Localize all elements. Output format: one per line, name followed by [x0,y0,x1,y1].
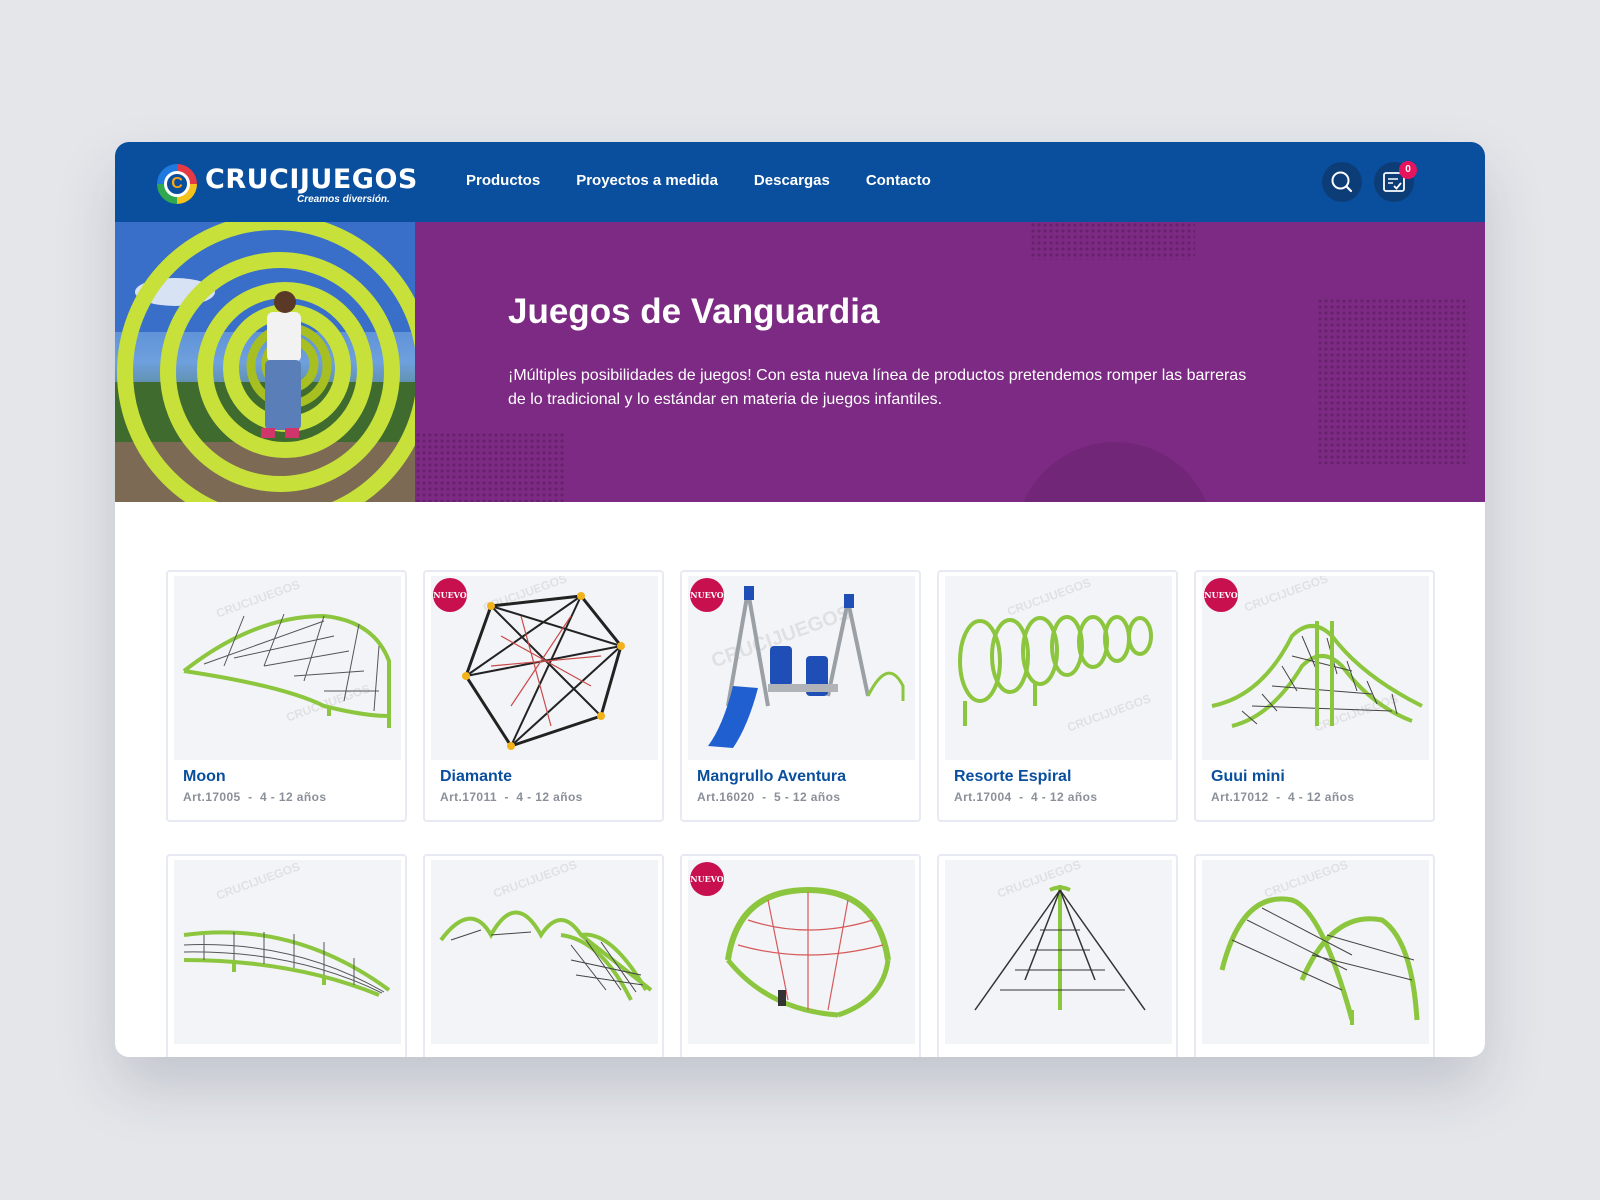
moon-illustration [182,613,391,728]
product-meta: Art.16020 - 5 - 12 años [697,790,841,804]
product-card[interactable]: CRUCIJUEGOS [1194,854,1435,1057]
nuevo-badge: NUEVO [690,862,724,896]
product-name: Resorte Espiral [954,768,1072,785]
wave-net-illustration [439,910,653,1001]
hero-photo [115,222,415,502]
search-icon [1331,171,1353,193]
product-image: NUEVO [688,860,915,1044]
hero-pattern-bottom [415,432,565,502]
browser-window: C CRUCIJUEGOS Creamos diversión. Product… [115,142,1485,1057]
logo-mark-icon: C [157,164,197,204]
hero-title: Juegos de Vanguardia [508,292,880,331]
product-name: Diamante [440,768,513,785]
product-ages: 4 - 12 años [259,790,327,804]
product-name: Guui mini [1211,768,1285,785]
site-header: C CRUCIJUEGOS Creamos diversión. Product… [115,142,1485,222]
nav-item-descargas[interactable]: Descargas [754,172,830,189]
hero-description: ¡Múltiples posibilidades de juegos! Con … [508,367,1247,408]
curved-net-low-illustration [183,930,391,997]
product-meta: Art.17005 - 4 - 12 años [183,790,327,804]
product-meta: Art.17011 - 4 - 12 años [440,790,583,804]
product-image: CRUCIJUEGOS CRUCIJUEGOS [174,576,401,760]
product-ages: 5 - 12 años [773,790,841,804]
double-arch-net-illustration [1219,896,1420,1025]
nuevo-badge-label: NUEVO [1204,590,1237,600]
nav-item-productos[interactable]: Productos [466,172,540,189]
product-image: CRUCIJUEGOS CRUCIJUEGOS NUEVO [1202,576,1429,760]
product-card[interactable]: CRUCIJUEGOS CRUCIJUEGOS Moon Art.17005 -… [166,570,407,822]
product-meta: Art.17012 - 4 - 12 años [1211,790,1355,804]
product-ages: 4 - 12 años [516,790,583,804]
search-button[interactable] [1322,162,1362,202]
product-image: CRUCIJUEGOS [945,860,1172,1044]
brand-tagline: Creamos diversión. [297,194,390,205]
product-art: Art.17004 [954,790,1012,804]
product-image: CRUCIJUEGOS [174,860,401,1044]
product-image: CRUCIJUEGOS [1202,860,1429,1044]
product-image: CRUCIJUEGOS CRUCIJUEGOS [945,576,1172,760]
product-card[interactable]: CRUCIJUEGOS [937,854,1178,1057]
nuevo-badge: NUEVO [433,578,467,612]
product-card[interactable]: CRUCIJUEGOS [166,854,407,1057]
nuevo-badge-label: NUEVO [433,590,466,600]
product-art: Art.17011 [440,790,497,804]
product-art: Art.17005 [183,790,241,804]
brand-name: CRUCIJUEGOS [205,164,418,195]
product-name: Moon [183,768,226,785]
product-card[interactable]: CRUCIJUEGOS CRUCIJUEGOS Resorte Espiral … [937,570,1178,822]
hero-decor-circle [1015,442,1215,502]
product-name: Mangrullo Aventura [697,768,847,785]
nuevo-badge-label: NUEVO [690,874,723,884]
nuevo-badge-label: NUEVO [690,590,723,600]
product-art: Art.17012 [1211,790,1269,804]
nav-item-contacto[interactable]: Contacto [866,172,931,189]
nav-item-proyectos[interactable]: Proyectos a medida [576,172,718,189]
nuevo-badge: NUEVO [1204,578,1238,612]
main-nav: Productos Proyectos a medida Descargas C… [466,172,967,189]
product-image: CRUCIJUEGOS [431,860,658,1044]
brand-logo[interactable]: C CRUCIJUEGOS Creamos diversión. [157,162,417,206]
product-card[interactable]: NUEVO [680,854,921,1057]
product-meta: Art.17004 - 4 - 12 años [954,790,1098,804]
product-card[interactable]: CRUCIJUEGOS NUEVO Mangrullo Aventura Art… [680,570,921,822]
resorte-espiral-illustration [958,615,1153,726]
product-art: Art.16020 [697,790,755,804]
product-image: CRUCIJUEGOS NUEVO [431,576,658,760]
hero-pattern-top [1030,222,1195,260]
product-card[interactable]: CRUCIJUEGOS [423,854,664,1057]
nuevo-badge: NUEVO [690,578,724,612]
product-ages: 4 - 12 años [1030,790,1098,804]
product-ages: 4 - 12 años [1287,790,1355,804]
pyramid-net-illustration [974,885,1146,1011]
product-card[interactable]: CRUCIJUEGOS NUEVO Diamante Art.17011 - 4 [423,570,664,822]
product-card[interactable]: CRUCIJUEGOS CRUCIJUEGOS NUEVO Guui mini … [1194,570,1435,822]
hero-pattern-right [1317,298,1469,464]
product-image: CRUCIJUEGOS NUEVO [688,576,915,760]
cart-count-badge: 0 [1399,161,1417,179]
hero-banner: Juegos de Vanguardia ¡Múltiples posibili… [115,222,1485,502]
spiral-tunnel-photo [115,222,415,502]
